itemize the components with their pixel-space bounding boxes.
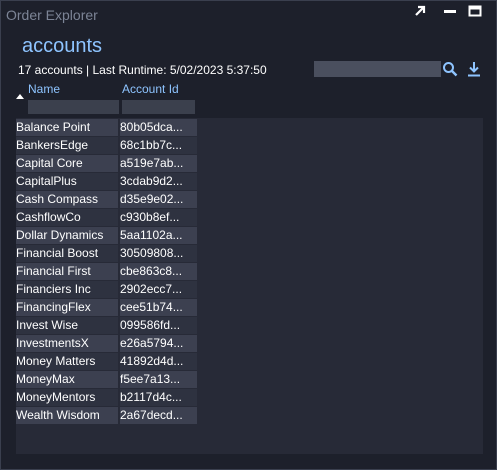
account-name-cell: MoneyMax (16, 371, 118, 388)
popout-icon[interactable] (413, 4, 433, 22)
window-title: Order Explorer (6, 7, 98, 23)
search-icon[interactable] (442, 61, 460, 79)
account-name-cell: Invest Wise (16, 317, 118, 334)
account-name-cell: FinancingFlex (16, 299, 118, 316)
account-id-cell: b2117d4c... (120, 389, 197, 406)
account-name-cell: Dollar Dynamics (16, 227, 118, 244)
account-name-cell: Financial First (16, 263, 118, 280)
account-name-cell: Financial Boost (16, 245, 118, 262)
summary-text: 17 accounts | Last Runtime: 5/02/2023 5:… (18, 63, 267, 77)
account-id-filter-input[interactable] (122, 100, 195, 114)
account-id-cell: a519e7ab... (120, 155, 197, 172)
account-id-cell: 5aa1102a... (120, 227, 197, 244)
column-header-name[interactable]: Name (28, 82, 60, 96)
account-id-cell: e26a5794... (120, 335, 197, 352)
column-header-account-id[interactable]: Account Id (122, 82, 179, 96)
account-name-cell: BankersEdge (16, 137, 118, 154)
download-icon[interactable] (466, 61, 484, 79)
account-name-cell: InvestmentsX (16, 335, 118, 352)
account-id-cell: 2902ecc7... (120, 281, 197, 298)
account-id-cell: cbe863c8... (120, 263, 197, 280)
account-id-cell: 80b05dca... (120, 119, 197, 136)
order-explorer-window: Order Explorer accounts 17 accounts | La… (0, 0, 497, 470)
title-bar: Order Explorer (1, 1, 496, 27)
account-id-cell: c930b8ef... (120, 209, 197, 226)
account-name-cell: Financiers Inc (16, 281, 118, 298)
account-name-cell: Wealth Wisdom (16, 407, 118, 424)
sort-ascending-icon (16, 94, 24, 99)
page-title: accounts (22, 35, 103, 57)
minimize-icon[interactable] (443, 4, 463, 22)
account-id-cell: 30509808... (120, 245, 197, 262)
account-name-cell: MoneyMentors (16, 389, 118, 406)
account-id-cell: 2a67decd... (120, 407, 197, 424)
account-id-cell: 68c1bb7c... (120, 137, 197, 154)
account-id-cell: 099586fd... (120, 317, 197, 334)
account-id-cell: 3cdab9d2... (120, 173, 197, 190)
account-name-cell: Capital Core (16, 155, 118, 172)
account-id-cell: f5ee7a13... (120, 371, 197, 388)
account-name-cell: Balance Point (16, 119, 118, 136)
maximize-icon[interactable] (468, 4, 488, 22)
account-id-cell: d35e9e02... (120, 191, 197, 208)
account-id-cell: cee51b74... (120, 299, 197, 316)
account-name-cell: CapitalPlus (16, 173, 118, 190)
account-name-cell: Cash Compass (16, 191, 118, 208)
account-name-cell: CashflowCo (16, 209, 118, 226)
search-input[interactable] (314, 61, 441, 77)
account-id-cell: 41892d4d... (120, 353, 197, 370)
name-filter-input[interactable] (28, 100, 119, 114)
account-name-cell: Money Matters (16, 353, 118, 370)
